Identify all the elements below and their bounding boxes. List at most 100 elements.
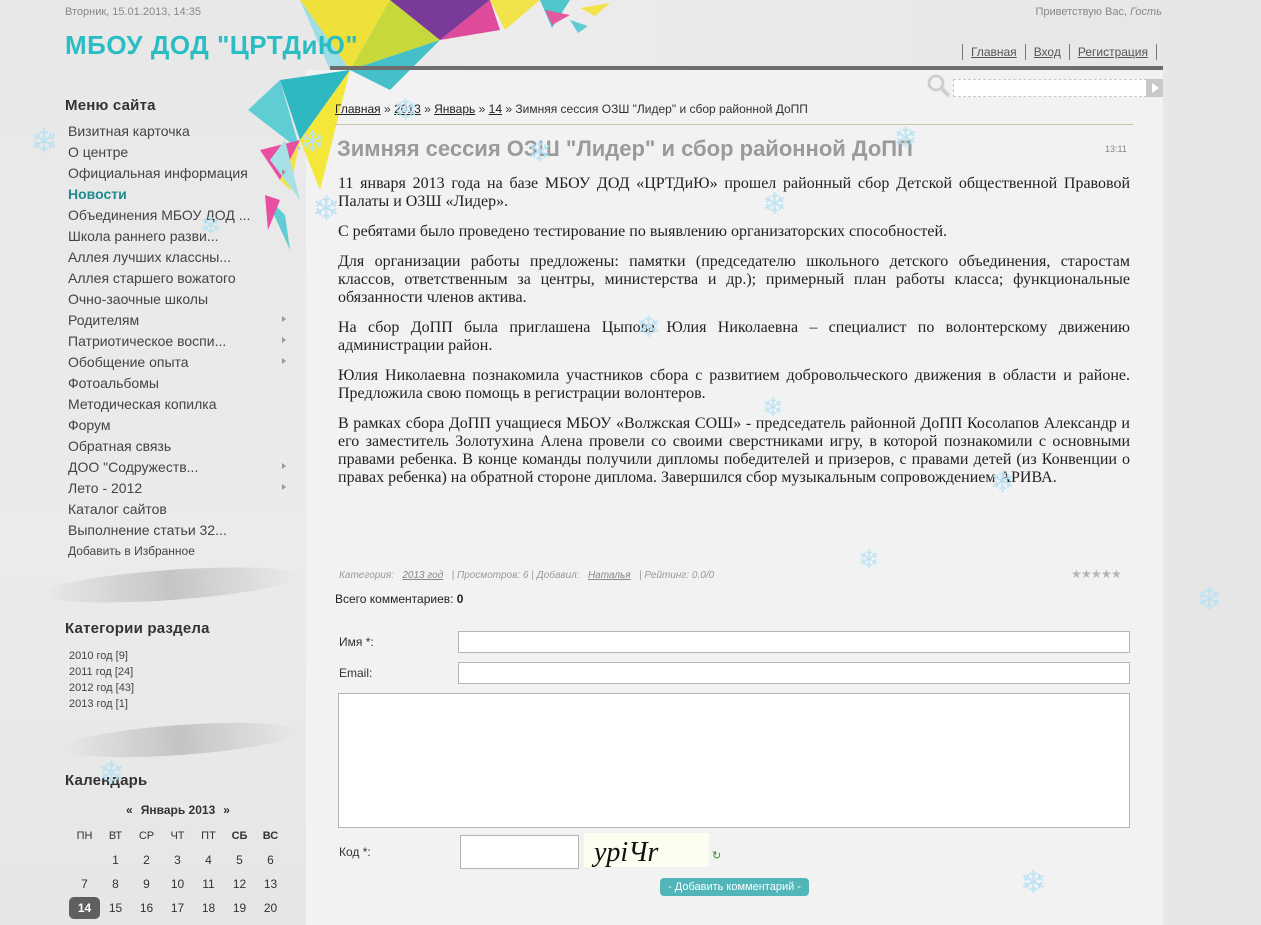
rating-star-icon[interactable]: ★ [1091,568,1102,580]
nav-login-link[interactable]: Вход [1024,44,1069,60]
sidebar-item-label: Лето - 2012 [68,480,143,496]
calendar-day[interactable]: 17 [162,896,193,920]
search-submit-button[interactable] [1146,79,1163,97]
sidebar-item-label: Обобщение опыта [68,354,189,370]
search-input[interactable] [953,79,1147,97]
sidebar-item[interactable]: Новости [68,184,290,205]
calendar-day[interactable]: 4 [193,848,224,872]
sidebar-item[interactable]: Фотоальбомы [68,373,290,394]
sidebar-item[interactable]: Визитная карточка [68,121,290,142]
sidebar-item-label: ДОО "Содружеств... [68,459,199,475]
article-meta: Категория: 2013 год | Просмотров: 6 | До… [339,570,714,581]
calendar-day[interactable]: 2 [131,848,162,872]
calendar-weekday: ПН [76,830,93,842]
sidebar-item[interactable]: Форум [68,415,290,436]
breadcrumb-day[interactable]: 14 [489,102,502,116]
nav-register-link[interactable]: Регистрация [1068,44,1156,60]
snowflake-icon: ❄ [393,94,419,127]
meta-author-link[interactable]: Наталья [588,570,631,581]
calendar-day[interactable]: 16 [131,896,162,920]
calendar-next-link[interactable]: » [219,803,234,817]
calendar-weekday: ПТ [201,830,216,842]
site-title[interactable]: МБОУ ДОД "ЦРТДиЮ" [65,30,358,61]
calendar-month[interactable]: Январь 2013 [137,803,220,817]
calendar-day[interactable]: 14 [69,896,100,920]
top-navigation: Главная Вход Регистрация [962,44,1157,60]
name-label: Имя *: [339,635,374,649]
breadcrumb-home[interactable]: Главная [335,102,381,116]
calendar-day[interactable]: 7 [69,872,100,896]
sidebar-item[interactable]: Очно-заочные школы [68,289,290,310]
calendar-day[interactable]: 15 [100,896,131,920]
sidebar-item[interactable]: Аллея лучших классны... [68,247,290,268]
rating-star-icon[interactable]: ★ [1101,568,1112,580]
nav-divider [1156,44,1157,60]
sidebar-item[interactable]: Обратная связь [68,436,290,457]
calendar-day[interactable]: 11 [193,872,224,896]
calendar-weekday: СБ [231,830,248,842]
sidebar-item[interactable]: Методическая копилка [68,394,290,415]
snowflake-icon: ❄ [1196,581,1223,617]
calendar-day[interactable]: 12 [224,872,255,896]
snowflake-icon: ❄ [200,210,222,240]
meta-rating: | Рейтинг: 0.0/0 [638,570,715,581]
sidebar-item-label: Фотоальбомы [68,375,159,391]
sidebar-item[interactable]: Родителям [68,310,290,331]
sidebar-item[interactable]: Патриотическое воспи... [68,331,290,352]
current-date: Вторник, 15.01.2013, 14:35 [65,6,201,18]
sidebar-item[interactable]: Лето - 2012 [68,478,290,499]
email-label: Email: [339,666,373,680]
calendar-day[interactable]: 3 [162,848,193,872]
calendar-nav: «Январь 2013» [70,803,286,817]
calendar-day[interactable]: 6 [255,848,286,872]
snowflake-icon: ❄ [858,544,880,574]
category-link[interactable]: 2012 год [43] [69,680,134,696]
sidebar-item[interactable]: Обобщение опыта [68,352,290,373]
category-link[interactable]: 2011 год [24] [69,664,134,680]
search-icon [927,74,951,98]
category-link[interactable]: 2013 год [1] [69,696,134,712]
sidebar-item[interactable]: Выполнение статьи 32... [68,520,290,541]
chevron-right-icon [282,169,286,175]
calendar-today[interactable]: 14 [69,897,100,919]
sidebar-item[interactable]: О центре [68,142,290,163]
refresh-captcha-icon[interactable]: ↻ [712,849,721,862]
category-link[interactable]: 2010 год [9] [69,648,134,664]
calendar-day[interactable]: 1 [100,848,131,872]
name-input[interactable] [458,631,1130,653]
add-comment-button[interactable]: - Добавить комментарий - [660,878,809,896]
calendar-day[interactable]: 9 [131,872,162,896]
calendar-day[interactable]: 20 [255,896,286,920]
comment-textarea[interactable] [338,693,1130,828]
sidebar-item[interactable]: Официальная информация [68,163,290,184]
sidebar-item[interactable]: Школа раннего разви... [68,226,290,247]
meta-category-link[interactable]: 2013 год [402,570,443,581]
calendar-day[interactable]: 18 [193,896,224,920]
calendar-day[interactable]: 19 [224,896,255,920]
comment-count: Всего комментариев: 0 [335,592,463,606]
article-paragraph: 11 января 2013 года на базе МБОУ ДОД «ЦР… [338,175,1130,210]
calendar-day[interactable]: 10 [162,872,193,896]
rating-star-icon[interactable]: ★ [1071,568,1082,580]
article-paragraph: Для организации работы предложены: памят… [338,253,1130,306]
sidebar-item[interactable]: ДОО "Содружеств... [68,457,290,478]
email-input[interactable] [458,662,1130,684]
sidebar-item[interactable]: Каталог сайтов [68,499,290,520]
calendar-prev-link[interactable]: « [122,803,137,817]
breadcrumb-month[interactable]: Январь [434,102,475,116]
sidebar-item-label: Методическая копилка [68,396,217,412]
calendar-day[interactable]: 5 [224,848,255,872]
sidebar-item[interactable]: Объединения МБОУ ДОД ... [68,205,290,226]
sidebar-item-label: Объединения МБОУ ДОД ... [68,207,251,223]
sidebar-item[interactable]: Добавить в Избранное [68,541,290,562]
sidebar-item[interactable]: Аллея старшего вожатого [68,268,290,289]
captcha-input[interactable] [460,835,579,869]
calendar-day[interactable]: 8 [100,872,131,896]
rating-star-icon[interactable]: ★ [1111,568,1122,580]
sidebar-item-label: Обратная связь [68,438,172,454]
nav-home-link[interactable]: Главная [962,44,1025,60]
snowflake-icon: ❄ [990,466,1016,499]
breadcrumb-current: Зимняя сессия ОЗШ "Лидер" и сбор районно… [515,102,808,116]
rating-star-icon[interactable]: ★ [1081,568,1092,580]
calendar-day[interactable]: 13 [255,872,286,896]
